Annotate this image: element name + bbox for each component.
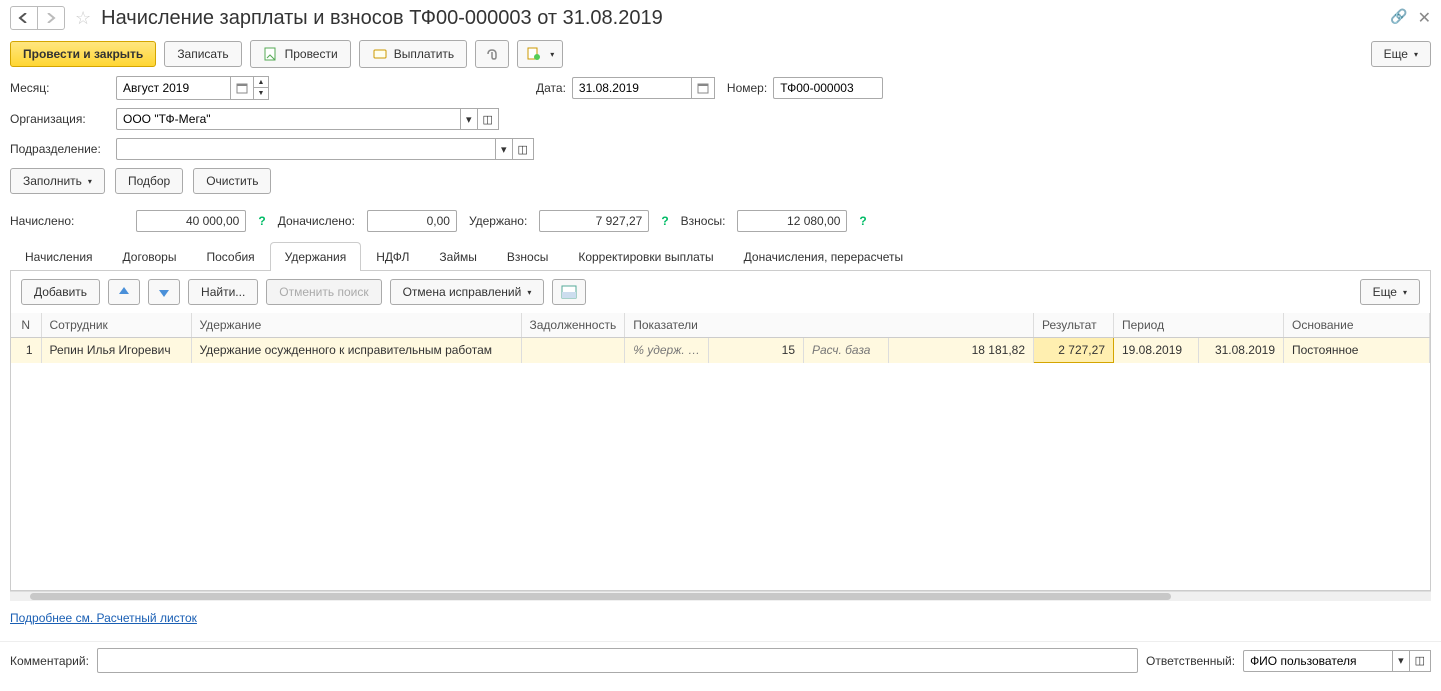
cancel-fix-button[interactable]: Отмена исправлений ▾ [390, 279, 545, 305]
table-row[interactable]: 1 Репин Илья Игоревич Удержание осужденн… [11, 338, 1430, 363]
tab-4[interactable]: НДФЛ [361, 242, 424, 271]
responsible-label: Ответственный: [1146, 654, 1235, 668]
dept-input[interactable] [116, 138, 496, 160]
tab-2[interactable]: Пособия [191, 242, 269, 271]
date-input[interactable] [572, 77, 692, 99]
show-details-button[interactable] [552, 279, 586, 305]
month-label: Месяц: [10, 81, 110, 95]
extra-label: Доначислено: [278, 214, 355, 228]
number-label: Номер: [727, 81, 767, 95]
details-link[interactable]: Подробнее см. Расчетный листок [0, 601, 207, 635]
attach-button[interactable] [475, 40, 509, 68]
cell-base-label: Расч. база [804, 338, 889, 363]
cell-debt [521, 338, 625, 363]
post-close-button[interactable]: Провести и закрыть [10, 41, 156, 67]
nav-forward-button[interactable] [37, 6, 65, 30]
tab-8[interactable]: Доначисления, перерасчеты [729, 242, 918, 271]
help-icon[interactable]: ? [859, 214, 866, 228]
help-icon[interactable]: ? [258, 214, 265, 228]
dept-label: Подразделение: [10, 142, 110, 156]
col-indicators[interactable]: Показатели [625, 313, 1034, 338]
month-down-icon[interactable]: ▼ [254, 88, 268, 99]
extra-value: 0,00 [367, 210, 457, 232]
contrib-label: Взносы: [681, 214, 726, 228]
tab-1[interactable]: Договоры [108, 242, 192, 271]
contrib-value: 12 080,00 [737, 210, 847, 232]
cell-deduction: Удержание осужденного к исправительным р… [191, 338, 521, 363]
page-title: Начисление зарплаты и взносов ТФ00-00000… [101, 7, 1384, 30]
org-open-icon[interactable]: ◫ [478, 108, 499, 130]
comment-input[interactable] [97, 648, 1138, 673]
org-label: Организация: [10, 112, 110, 126]
col-basis[interactable]: Основание [1284, 313, 1430, 338]
cancel-search-button: Отменить поиск [266, 279, 381, 305]
responsible-open-icon[interactable]: ◫ [1410, 650, 1431, 672]
tab-7[interactable]: Корректировки выплаты [563, 242, 728, 271]
month-input[interactable] [116, 76, 231, 100]
pick-button[interactable]: Подбор [115, 168, 183, 194]
col-n[interactable]: N [11, 313, 41, 338]
more-button[interactable]: Еще ▾ [1371, 41, 1431, 67]
accrued-label: Начислено: [10, 214, 74, 228]
tab-0[interactable]: Начисления [10, 242, 108, 271]
tab-5[interactable]: Займы [424, 242, 492, 271]
cell-base-val: 18 181,82 [889, 338, 1034, 363]
withheld-value: 7 927,27 [539, 210, 649, 232]
number-input[interactable] [773, 77, 883, 99]
col-employee[interactable]: Сотрудник [41, 313, 191, 338]
col-debt[interactable]: Задолженность [521, 313, 625, 338]
create-based-button[interactable]: ▾ [517, 40, 563, 68]
tab-6[interactable]: Взносы [492, 242, 563, 271]
cell-basis: Постоянное [1284, 338, 1430, 363]
col-result[interactable]: Результат [1034, 313, 1114, 338]
pay-button[interactable]: Выплатить [359, 40, 468, 68]
cell-ind-label: % удерж. … [625, 338, 709, 363]
cell-period-to: 31.08.2019 [1199, 338, 1284, 363]
save-button[interactable]: Записать [164, 41, 241, 67]
date-label: Дата: [536, 81, 566, 95]
find-button[interactable]: Найти... [188, 279, 258, 305]
col-deduction[interactable]: Удержание [191, 313, 521, 338]
help-icon[interactable]: ? [661, 214, 668, 228]
close-icon[interactable]: ✕ [1418, 8, 1431, 28]
dept-open-icon[interactable]: ◫ [513, 138, 534, 160]
org-dropdown-icon[interactable]: ▾ [461, 108, 478, 130]
responsible-dropdown-icon[interactable]: ▾ [1393, 650, 1410, 672]
clear-button[interactable]: Очистить [193, 168, 271, 194]
responsible-input[interactable] [1243, 650, 1393, 672]
post-button[interactable]: Провести [250, 40, 351, 68]
accrued-value: 40 000,00 [136, 210, 246, 232]
nav-back-button[interactable] [10, 6, 38, 30]
cell-period-from: 19.08.2019 [1114, 338, 1199, 363]
org-input[interactable] [116, 108, 461, 130]
move-up-button[interactable] [108, 279, 140, 305]
withheld-label: Удержано: [469, 214, 527, 228]
tab-3[interactable]: Удержания [270, 242, 362, 271]
add-button[interactable]: Добавить [21, 279, 100, 305]
dept-dropdown-icon[interactable]: ▾ [496, 138, 513, 160]
cell-ind-val: 15 [709, 338, 804, 363]
date-calendar-icon[interactable] [692, 77, 715, 99]
sub-more-button[interactable]: Еще ▾ [1360, 279, 1420, 305]
horizontal-scrollbar[interactable] [10, 591, 1431, 601]
favorite-star-icon[interactable]: ☆ [75, 8, 91, 29]
month-up-icon[interactable]: ▲ [254, 77, 268, 88]
cell-n: 1 [11, 338, 41, 363]
fill-button[interactable]: Заполнить ▾ [10, 168, 105, 194]
link-icon[interactable]: 🔗 [1390, 8, 1407, 28]
month-calendar-icon[interactable] [231, 76, 254, 100]
col-period[interactable]: Период [1114, 313, 1284, 338]
move-down-button[interactable] [148, 279, 180, 305]
cell-employee: Репин Илья Игоревич [41, 338, 191, 363]
comment-label: Комментарий: [10, 654, 89, 668]
cell-result[interactable]: 2 727,27 [1034, 338, 1114, 363]
